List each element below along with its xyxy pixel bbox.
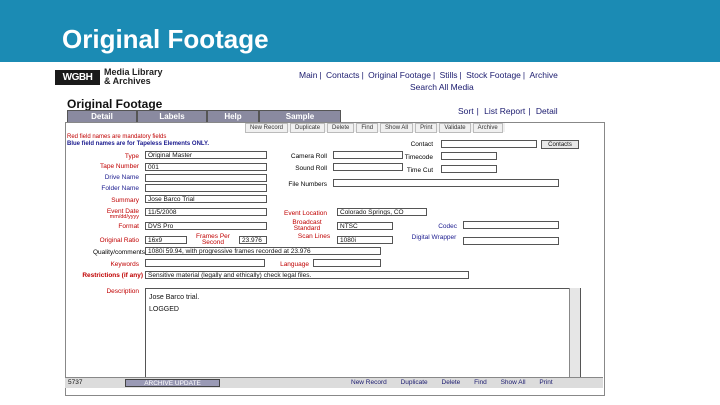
scan-lines-field[interactable]: 1080i <box>337 236 393 244</box>
description-textarea[interactable]: Jose Barco trial. LOGGED <box>145 288 581 384</box>
codec-label: Codec <box>438 223 457 230</box>
bottom-navigation: New Record Duplicate Delete Find Show Al… <box>345 378 559 388</box>
event-date-format-label: mm/dd/yyyy <box>109 214 139 220</box>
tapeless-hint: Blue field names are for Tapeless Elemen… <box>67 141 210 147</box>
file-numbers-field[interactable] <box>333 179 559 187</box>
format-label: Format <box>118 223 139 230</box>
folder-name-field[interactable] <box>145 184 267 192</box>
file-numbers-label: File Numbers <box>288 181 327 188</box>
quality-comments-label: Quality/comments <box>92 249 145 256</box>
timecode-field[interactable] <box>441 152 497 160</box>
contact-label: Contact <box>410 141 433 148</box>
find-button[interactable]: Find <box>356 123 379 133</box>
original-ratio-field[interactable]: 16x9 <box>145 236 187 244</box>
bottom-find-button[interactable]: Find <box>474 379 487 386</box>
digital-wrapper-field[interactable] <box>463 237 559 245</box>
tape-number-field[interactable]: 001 <box>145 163 267 171</box>
search-all-media-link[interactable]: Search All Media <box>410 82 474 92</box>
detail-link[interactable]: Detail <box>536 106 558 116</box>
list-report-link[interactable]: List Report <box>484 106 525 116</box>
keywords-field[interactable] <box>145 259 265 267</box>
duplicate-button[interactable]: Duplicate <box>290 123 326 133</box>
type-field[interactable]: Original Master <box>145 151 267 159</box>
bottom-print-button[interactable]: Print <box>539 379 552 386</box>
logo-text: Media Library & Archives <box>104 67 163 86</box>
broadcast-standard-label: Broadcast Standard <box>292 219 322 232</box>
mandatory-hint: Red field names are mandatory fields <box>67 134 167 140</box>
delete-button[interactable]: Delete <box>327 123 355 133</box>
form-toolbar: New Record Duplicate Delete Find Show All Pri… <box>245 123 505 133</box>
description-line-1: Jose Barco trial. <box>149 294 200 301</box>
validate-button[interactable]: Validate <box>439 123 471 133</box>
type-label: Type <box>124 153 139 160</box>
archive-button[interactable]: Archive <box>472 123 503 133</box>
scan-lines-label: Scan Lines <box>297 233 331 240</box>
slide-title: Original Footage <box>62 24 269 54</box>
nav-stock-footage[interactable]: Stock Footage <box>466 70 521 80</box>
contacts-button[interactable]: Contacts <box>541 140 579 149</box>
language-label: Language <box>280 261 309 268</box>
nav-main[interactable]: Main <box>299 70 317 80</box>
bottom-duplicate-button[interactable]: Duplicate <box>401 379 428 386</box>
language-field[interactable] <box>313 259 381 267</box>
broadcast-standard-field[interactable]: NTSC <box>337 222 393 230</box>
sound-roll-label: Sound Roll <box>295 165 327 172</box>
digital-wrapper-label: Digital Wrapper <box>411 234 457 241</box>
quality-comments-field[interactable]: 1080i 59.94, with progressive frames rec… <box>145 247 381 255</box>
bottom-delete-button[interactable]: Delete <box>442 379 461 386</box>
restrictions-label: Restrictions (if any) <box>82 272 143 279</box>
camera-roll-label: Camera Roll <box>290 153 327 160</box>
codec-field[interactable] <box>463 221 559 229</box>
summary-field[interactable]: Jose Barco Trial <box>145 195 267 203</box>
contact-field[interactable] <box>441 140 537 148</box>
sort-links: Sort | List Report | Detail <box>458 106 558 116</box>
folder-name-label: Folder Name <box>101 185 139 192</box>
record-number: 5737 <box>68 379 83 386</box>
status-bar: 5737 ARCHIVE UPDATE New Record Duplicate… <box>65 377 603 388</box>
time-cut-label: Time Cut <box>406 167 433 174</box>
format-field[interactable]: DVS Pro <box>145 222 267 230</box>
timecode-label: Timecode <box>404 154 433 161</box>
new-record-button[interactable]: New Record <box>245 123 289 133</box>
bottom-new-record-button[interactable]: New Record <box>351 379 387 386</box>
drive-name-label: Drive Name <box>104 174 139 181</box>
tape-number-label: Tape Number <box>99 163 139 170</box>
restrictions-field[interactable]: Sensitive material (legally and ethicall… <box>145 271 469 279</box>
nav-archive[interactable]: Archive <box>529 70 557 80</box>
sort-link[interactable]: Sort <box>458 106 474 116</box>
database-screenshot: WGBH Media Library & Archives Main | Cont… <box>55 66 618 397</box>
time-cut-field[interactable] <box>441 165 497 173</box>
form-title: Original Footage <box>67 97 163 111</box>
top-navigation: Main | Contacts | Original Footage | Stills… <box>299 70 558 80</box>
keywords-label: Keywords <box>110 261 139 268</box>
print-button[interactable]: Print <box>415 123 438 133</box>
drive-name-field[interactable] <box>145 174 267 182</box>
event-date-field[interactable]: 11/5/2008 <box>145 208 267 216</box>
event-location-field[interactable]: Colorado Springs, CO <box>337 208 427 216</box>
nav-stills[interactable]: Stills <box>440 70 458 80</box>
summary-label: Summary <box>111 197 139 204</box>
event-location-label: Event Location <box>283 210 327 217</box>
description-line-2: LOGGED <box>149 306 179 313</box>
wgbh-logo: WGBH <box>55 70 100 85</box>
nav-contacts[interactable]: Contacts <box>326 70 360 80</box>
bottom-show-all-button[interactable]: Show All <box>501 379 526 386</box>
description-label: Description <box>106 288 139 295</box>
slide-title-bar: Original Footage <box>0 0 720 62</box>
original-ratio-label: Original Ratio <box>99 237 139 244</box>
frames-per-second-field[interactable]: 23.976 <box>239 236 267 244</box>
show-all-button[interactable]: Show All <box>380 123 414 133</box>
frames-per-second-label: Frames Per Second <box>196 233 230 246</box>
archive-update-button[interactable]: ARCHIVE UPDATE <box>125 379 220 387</box>
nav-original-footage[interactable]: Original Footage <box>368 70 431 80</box>
description-scrollbar[interactable] <box>569 288 580 384</box>
